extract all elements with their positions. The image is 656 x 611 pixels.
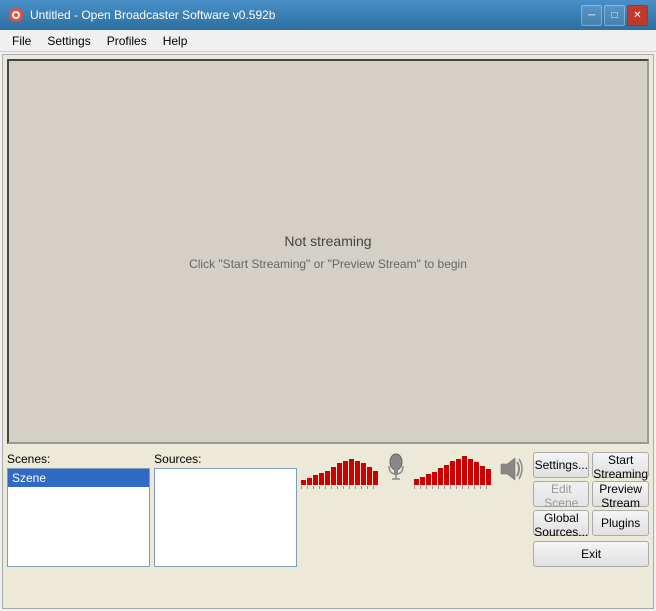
window-controls: ─ □ ✕ [581,5,648,26]
menu-file[interactable]: File [4,32,39,50]
sources-label: Sources: [154,452,297,466]
bottom-section: Scenes: Szene Sources: [3,448,653,571]
preview-stream-button[interactable]: Preview Stream [592,481,649,507]
scenes-list[interactable]: Szene [7,468,150,567]
preview-area: Not streaming Click "Start Streaming" or… [7,59,649,444]
scenes-label: Scenes: [7,452,150,466]
menubar: File Settings Profiles Help [0,30,656,52]
vu-meter-left [301,459,378,485]
app-icon [8,7,24,23]
global-sources-button[interactable]: Global Sources... [533,510,589,536]
maximize-button[interactable]: □ [604,5,625,26]
titlebar: Untitled - Open Broadcaster Software v0.… [0,0,656,30]
settings-button[interactable]: Settings... [533,452,589,478]
start-streaming-button[interactable]: Start Streaming [592,452,649,478]
close-button[interactable]: ✕ [627,5,648,26]
window-title: Untitled - Open Broadcaster Software v0.… [30,8,275,22]
bottom-inner: Scenes: Szene Sources: [7,452,649,567]
vu-meters-section [301,452,527,492]
plugins-button[interactable]: Plugins [592,510,649,536]
sources-panel: Sources: [154,452,297,567]
main-window: Not streaming Click "Start Streaming" or… [2,54,654,609]
edit-scene-button[interactable]: Edit Scene [533,481,589,507]
action-buttons: Settings... Start Streaming Edit Scene P… [533,452,649,567]
exit-button[interactable]: Exit [533,541,649,567]
sources-list[interactable] [154,468,297,567]
speaker-icon [495,452,527,486]
scene-item[interactable]: Szene [8,469,149,487]
streaming-status: Not streaming [284,233,371,249]
menu-profiles[interactable]: Profiles [99,32,155,50]
microphone-icon [382,452,410,486]
menu-settings[interactable]: Settings [39,32,98,50]
vu-meter-right [414,456,491,485]
scenes-panel: Scenes: Szene [7,452,150,567]
titlebar-left: Untitled - Open Broadcaster Software v0.… [8,7,275,23]
vu-and-buttons: Settings... Start Streaming Edit Scene P… [301,452,649,567]
menu-help[interactable]: Help [155,32,196,50]
minimize-button[interactable]: ─ [581,5,602,26]
streaming-hint: Click "Start Streaming" or "Preview Stre… [189,257,467,271]
right-section: Settings... Start Streaming Edit Scene P… [301,452,649,567]
